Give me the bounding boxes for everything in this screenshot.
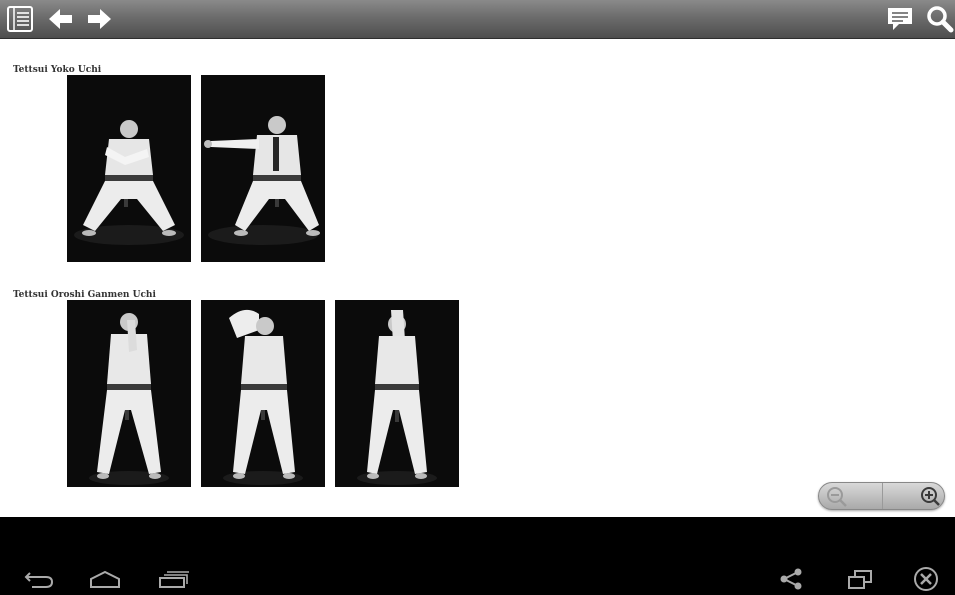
section-title: Tettsui Yoko Uchi <box>13 65 102 75</box>
section-title: Tettsui Oroshi Ganmen Uchi <box>13 290 156 300</box>
karate-photo <box>201 75 325 262</box>
comment-icon <box>888 8 912 30</box>
share-icon <box>780 568 802 590</box>
home-nav-button[interactable] <box>86 567 124 591</box>
close-icon <box>914 567 938 591</box>
zoom-control <box>818 482 945 510</box>
karate-photo <box>335 300 459 487</box>
window-button[interactable] <box>844 566 876 592</box>
app-window: Tettsui Yoko Uchi Tettsui Oroshi Ganmen … <box>0 0 955 595</box>
karate-photo <box>67 300 191 487</box>
home-icon <box>90 570 120 588</box>
forward-arrow-icon <box>88 9 111 29</box>
karate-photo <box>201 300 325 487</box>
window-icon <box>848 570 872 589</box>
navigation-bar <box>0 517 955 595</box>
zoom-out-icon <box>827 487 847 507</box>
comment-button[interactable] <box>885 4 915 34</box>
table-of-contents-icon <box>7 6 33 32</box>
karate-photo <box>67 75 191 262</box>
zoom-in-icon <box>921 487 940 506</box>
recent-apps-button[interactable] <box>154 567 192 591</box>
close-button[interactable] <box>911 565 941 593</box>
forward-button[interactable] <box>84 4 114 34</box>
recent-apps-icon <box>159 571 189 588</box>
zoom-in-button[interactable] <box>882 483 944 509</box>
search-button[interactable] <box>925 4 955 34</box>
search-icon <box>927 6 954 33</box>
back-button[interactable] <box>46 4 76 34</box>
table-of-contents-button[interactable] <box>5 4 35 34</box>
share-button[interactable] <box>776 566 806 592</box>
page-content[interactable]: Tettsui Yoko Uchi Tettsui Oroshi Ganmen … <box>0 39 955 517</box>
back-arrow-icon <box>49 9 72 29</box>
back-nav-button[interactable] <box>20 567 56 591</box>
back-icon <box>24 572 54 588</box>
top-toolbar <box>0 0 955 39</box>
zoom-out-button[interactable] <box>819 483 882 509</box>
